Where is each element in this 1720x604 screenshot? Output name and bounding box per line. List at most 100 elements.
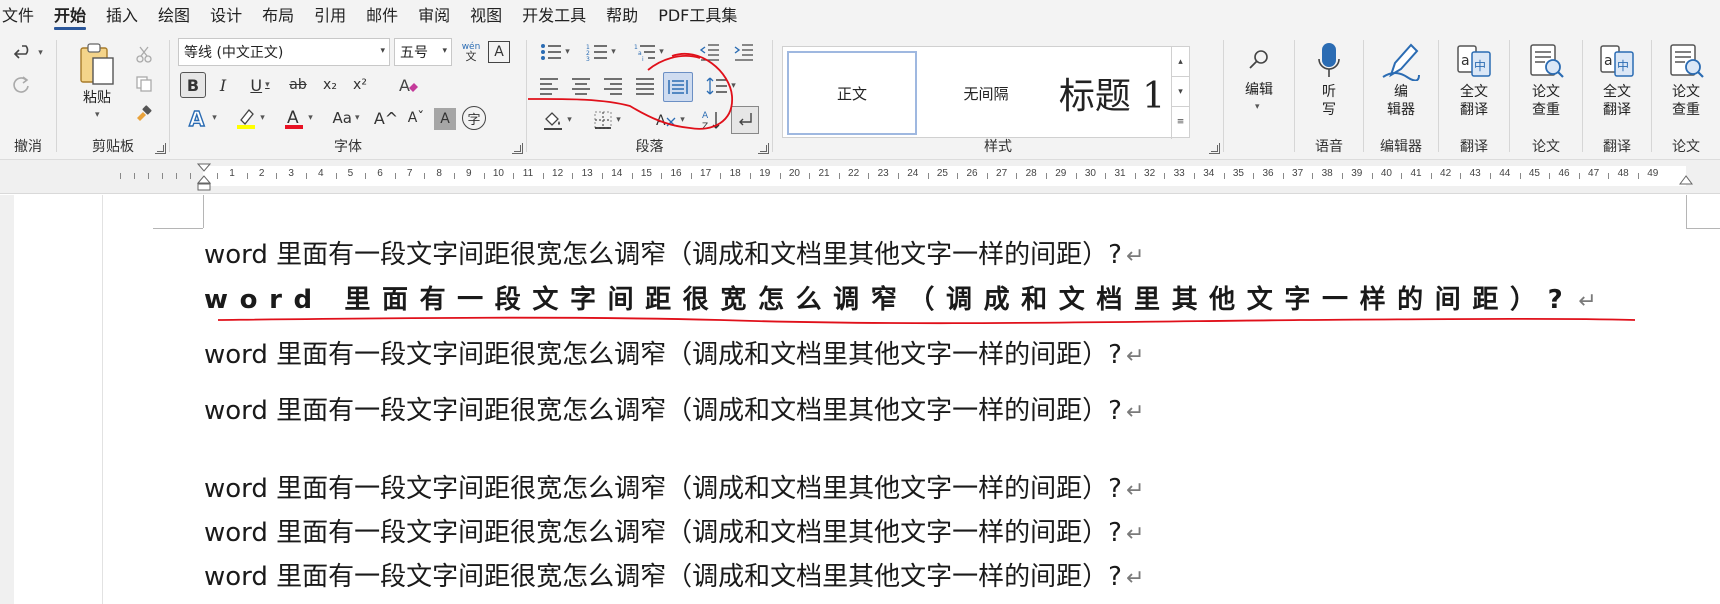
paragraph-line[interactable]: word 里面有一段文字间距很宽怎么调窄（调成和文档里其他文字一样的间距）? ↵ <box>204 234 1144 271</box>
menu-tab[interactable]: 开发工具 <box>512 0 596 32</box>
ruler-number: 45 <box>1528 168 1540 179</box>
chevron-down-icon[interactable]: ▾ <box>95 110 100 120</box>
paragraph-line[interactable]: word 里面有一段文字间距很宽怎么调窄（调成和文档里其他文字一样的间距）? ↵ <box>204 390 1144 427</box>
format-painter-button[interactable] <box>131 102 157 126</box>
chevron-down-icon[interactable]: ▾ <box>1172 77 1189 107</box>
dictate-button[interactable] <box>1313 40 1345 82</box>
style-heading1[interactable]: 标题 1 <box>1053 51 1171 135</box>
paragraph-line[interactable]: word 里面有一段文字间距很宽怎么调窄（调成和文档里其他文字一样的间距）? ↵ <box>204 334 1144 371</box>
superscript-button[interactable]: x² <box>346 72 374 98</box>
undo-button[interactable]: ▾ <box>8 40 48 66</box>
menu-tab[interactable]: 视图 <box>460 0 512 32</box>
paint-bucket-icon <box>544 112 563 130</box>
font-launcher-button[interactable] <box>512 143 523 154</box>
underline-button[interactable]: U ▾ <box>240 72 280 98</box>
asian-layout-button[interactable]: A ▾ <box>647 106 693 134</box>
menu-tab[interactable]: PDF工具集 <box>648 0 747 32</box>
strikethrough-button[interactable]: ab <box>284 72 312 98</box>
font-name-combo[interactable]: 等线 (中文正文) ▾ <box>178 38 390 66</box>
align-center-button[interactable] <box>567 72 595 100</box>
paragraph-line-spaced[interactable]: word 里面有一段文字间距很宽怎么调窄（调成和文档里其他文字一样的间距）? ↵ <box>204 279 1597 316</box>
paragraph-line[interactable]: word 里面有一段文字间距很宽怎么调窄（调成和文档里其他文字一样的间距）? ↵ <box>204 468 1144 505</box>
increase-indent-button[interactable] <box>729 40 759 64</box>
font-name-value: 等线 (中文正文) <box>184 45 284 61</box>
superscript-icon: x² <box>353 77 367 93</box>
paper2-group-label: 论文 <box>1672 139 1700 155</box>
find-button[interactable] <box>1244 46 1274 74</box>
paragraph-launcher-button[interactable] <box>758 143 769 154</box>
numbering-button[interactable]: 123 ▾ <box>579 40 623 64</box>
text-effects-button[interactable]: A ▾ <box>180 104 224 132</box>
line-spacing-button[interactable]: ▾ <box>699 72 743 100</box>
styles-launcher-button[interactable] <box>1209 143 1220 154</box>
bullets-button[interactable]: ▾ <box>535 40 575 64</box>
paper-group-label: 论文 <box>1532 139 1560 155</box>
ruler-number: 34 <box>1203 168 1215 179</box>
translate-label-2: 翻译 <box>1460 102 1488 118</box>
style-normal[interactable]: 正文 <box>787 51 917 135</box>
svg-text:a: a <box>1604 53 1613 69</box>
menu-tab[interactable]: 文件 <box>0 0 44 32</box>
align-left-button[interactable] <box>535 72 563 100</box>
menu-tab[interactable]: 引用 <box>304 0 356 32</box>
menu-tab[interactable]: 审阅 <box>408 0 460 32</box>
justify-button[interactable] <box>631 72 659 100</box>
show-formatting-marks-button[interactable] <box>731 106 759 134</box>
ruler-tick <box>1371 173 1373 179</box>
subscript-button[interactable]: x₂ <box>316 72 344 98</box>
svg-text:中: 中 <box>1474 58 1486 73</box>
full-text-translate-button-2[interactable]: a中 <box>1596 40 1638 82</box>
gallery-more-icon[interactable]: ≡ <box>1172 107 1189 137</box>
shrink-font-button[interactable]: Aˇ <box>402 104 430 132</box>
paragraph-line[interactable]: word 里面有一段文字间距很宽怎么调窄（调成和文档里其他文字一样的间距）? ↵ <box>204 556 1144 593</box>
chevron-up-icon[interactable]: ▴ <box>1172 47 1189 77</box>
enclose-characters-button[interactable]: 字 <box>462 106 486 130</box>
paste-button[interactable] <box>75 40 119 90</box>
copy-button[interactable] <box>131 72 157 96</box>
svg-text:i: i <box>642 56 644 61</box>
chevron-down-icon[interactable]: ▾ <box>1255 102 1260 112</box>
translate-icon: a中 <box>1457 45 1491 77</box>
editor-group: 编 辑器 编辑器 <box>1364 32 1438 160</box>
highlight-color-button[interactable]: ▾ <box>228 104 272 132</box>
shading-button[interactable]: ▾ <box>535 106 579 134</box>
italic-button[interactable]: I <box>210 72 236 98</box>
menu-tab[interactable]: 开始 <box>44 0 96 32</box>
sort-button[interactable]: AZ <box>697 106 727 134</box>
menu-tab[interactable]: 邮件 <box>356 0 408 32</box>
right-indent-marker-icon[interactable] <box>1678 174 1694 188</box>
grow-font-button[interactable]: A^ <box>372 104 400 132</box>
decrease-indent-button[interactable] <box>695 40 725 64</box>
menu-tab[interactable]: 帮助 <box>596 0 648 32</box>
character-shading-button[interactable]: A <box>434 108 456 130</box>
font-size-combo[interactable]: 五号 ▾ <box>394 38 452 66</box>
bold-button[interactable]: B <box>180 72 206 98</box>
redo-button[interactable] <box>8 72 34 98</box>
menu-tab[interactable]: 插入 <box>96 0 148 32</box>
multilevel-list-button[interactable]: 1ai ▾ <box>627 40 671 64</box>
distributed-button[interactable] <box>663 72 693 102</box>
indent-marker-icon[interactable] <box>196 162 212 192</box>
menu-tab[interactable]: 布局 <box>252 0 304 32</box>
full-text-translate-button[interactable]: a中 <box>1453 40 1495 82</box>
editor-button[interactable] <box>1380 40 1422 82</box>
paper-check-button[interactable] <box>1524 40 1568 82</box>
menu-tab[interactable]: 设计 <box>200 0 252 32</box>
cut-button[interactable] <box>131 42 157 66</box>
ruler-tick <box>134 173 135 179</box>
font-color-button[interactable]: A ▾ <box>276 104 320 132</box>
menu-tab[interactable]: 绘图 <box>148 0 200 32</box>
paragraph-line[interactable]: word 里面有一段文字间距很宽怎么调窄（调成和文档里其他文字一样的间距）? ↵ <box>204 512 1144 549</box>
clear-formatting-button[interactable]: A <box>394 72 422 98</box>
clipboard-launcher-button[interactable] <box>155 143 166 154</box>
paper-check-button-2[interactable] <box>1664 40 1708 82</box>
gallery-scrollbar[interactable]: ▴ ▾ ≡ <box>1171 47 1189 139</box>
style-no-spacing[interactable]: 无间隔 <box>921 51 1051 135</box>
align-right-button[interactable] <box>599 72 627 100</box>
borders-button[interactable]: ▾ <box>585 106 629 134</box>
change-case-button[interactable]: Aa ▾ <box>324 104 368 132</box>
phonetic-guide-button[interactable]: wén 文 <box>458 38 484 66</box>
character-border-button[interactable]: A <box>488 41 510 63</box>
svg-text:Z: Z <box>702 122 708 131</box>
horizontal-ruler[interactable]: 1 2 3 4 5 6 7 8 9 10 11 12 13 14 15 16 17 18 19 20 21 22 23 24 2… <box>0 160 1720 194</box>
